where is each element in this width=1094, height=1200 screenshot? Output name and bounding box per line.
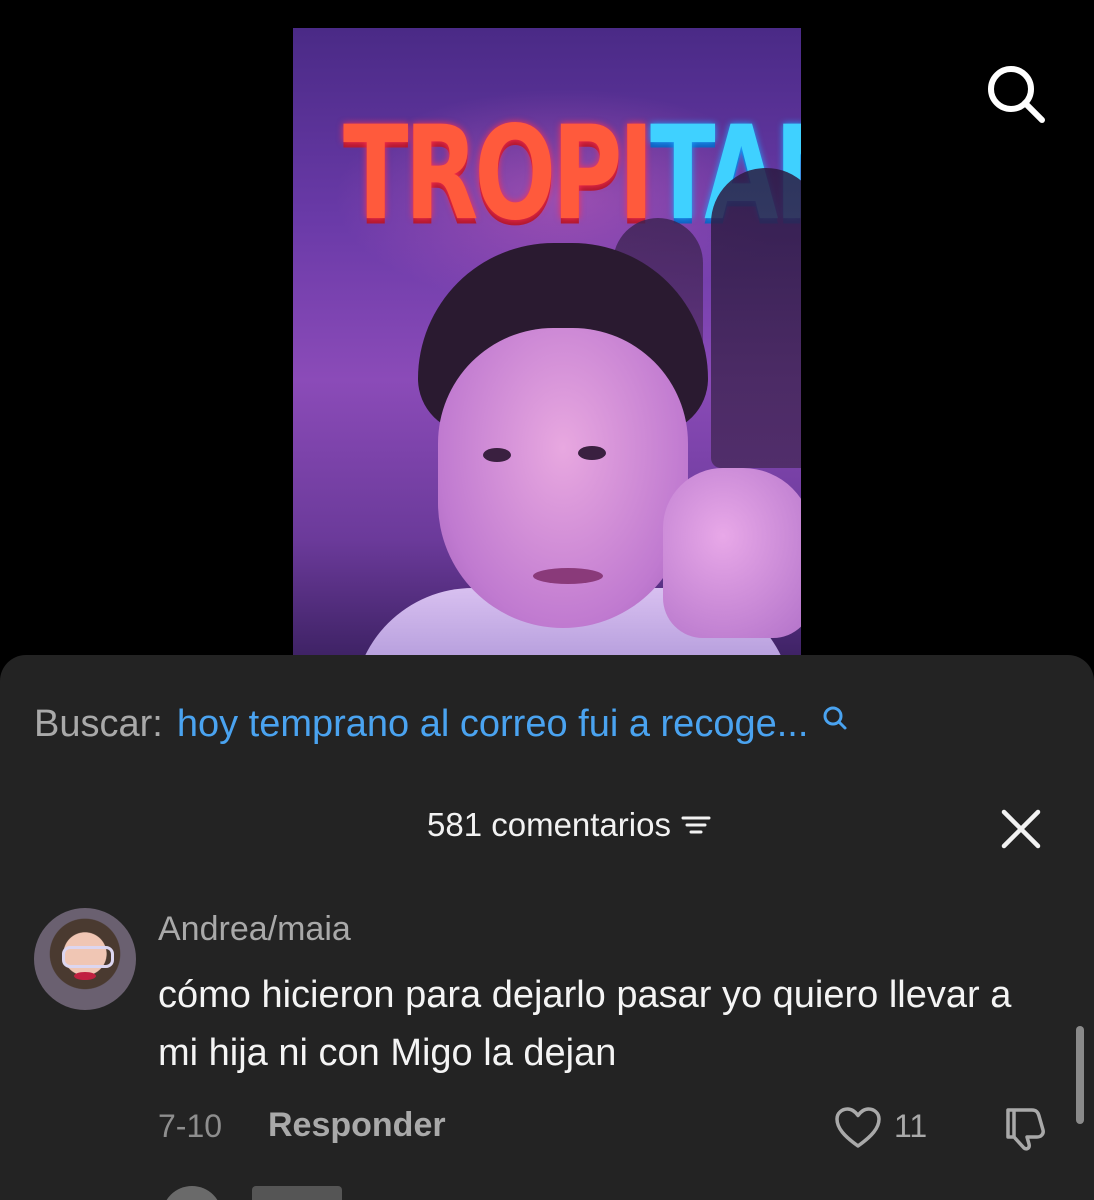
search-suggestion[interactable]: Buscar: hoy temprano al correo fui a rec…: [34, 698, 848, 750]
avatar-glasses: [62, 946, 114, 968]
mouth: [533, 568, 603, 584]
background-person: [711, 168, 801, 468]
search-label: Buscar:: [34, 702, 163, 745]
eye: [578, 446, 606, 460]
like-count: 11: [894, 1108, 928, 1144]
close-icon[interactable]: [1000, 808, 1042, 850]
neon-sign-left: TROPI: [343, 98, 654, 250]
avatar-lips: [74, 972, 96, 980]
comment-date: 7-10: [158, 1108, 223, 1144]
reply-button[interactable]: Responder: [268, 1106, 446, 1145]
eye: [483, 448, 511, 462]
heart-icon[interactable]: [834, 1106, 882, 1150]
video-thumbnail[interactable]: TROPITANG: [293, 28, 801, 668]
next-comment-username: [252, 1186, 342, 1200]
thumbs-down-icon[interactable]: [1002, 1104, 1050, 1152]
hand: [663, 468, 801, 638]
comments-header: 581 comentarios: [0, 806, 1094, 856]
comment-username[interactable]: Andrea/maia: [158, 910, 351, 949]
search-query-link[interactable]: hoy temprano al correo fui a recoge...: [177, 703, 809, 746]
search-icon[interactable]: [822, 705, 848, 731]
screen: TROPITANG Buscar: hoy temprano al correo…: [0, 0, 1094, 1200]
scrollbar[interactable]: [1076, 1026, 1084, 1124]
search-icon[interactable]: [984, 62, 1048, 126]
comment-text: cómo hicieron para dejarlo pasar yo quie…: [158, 974, 1012, 1074]
avatar[interactable]: [34, 908, 136, 1010]
comments-count: 581 comentarios: [427, 806, 671, 843]
sort-icon[interactable]: [681, 813, 711, 837]
comments-count-sort[interactable]: 581 comentarios: [427, 806, 711, 844]
